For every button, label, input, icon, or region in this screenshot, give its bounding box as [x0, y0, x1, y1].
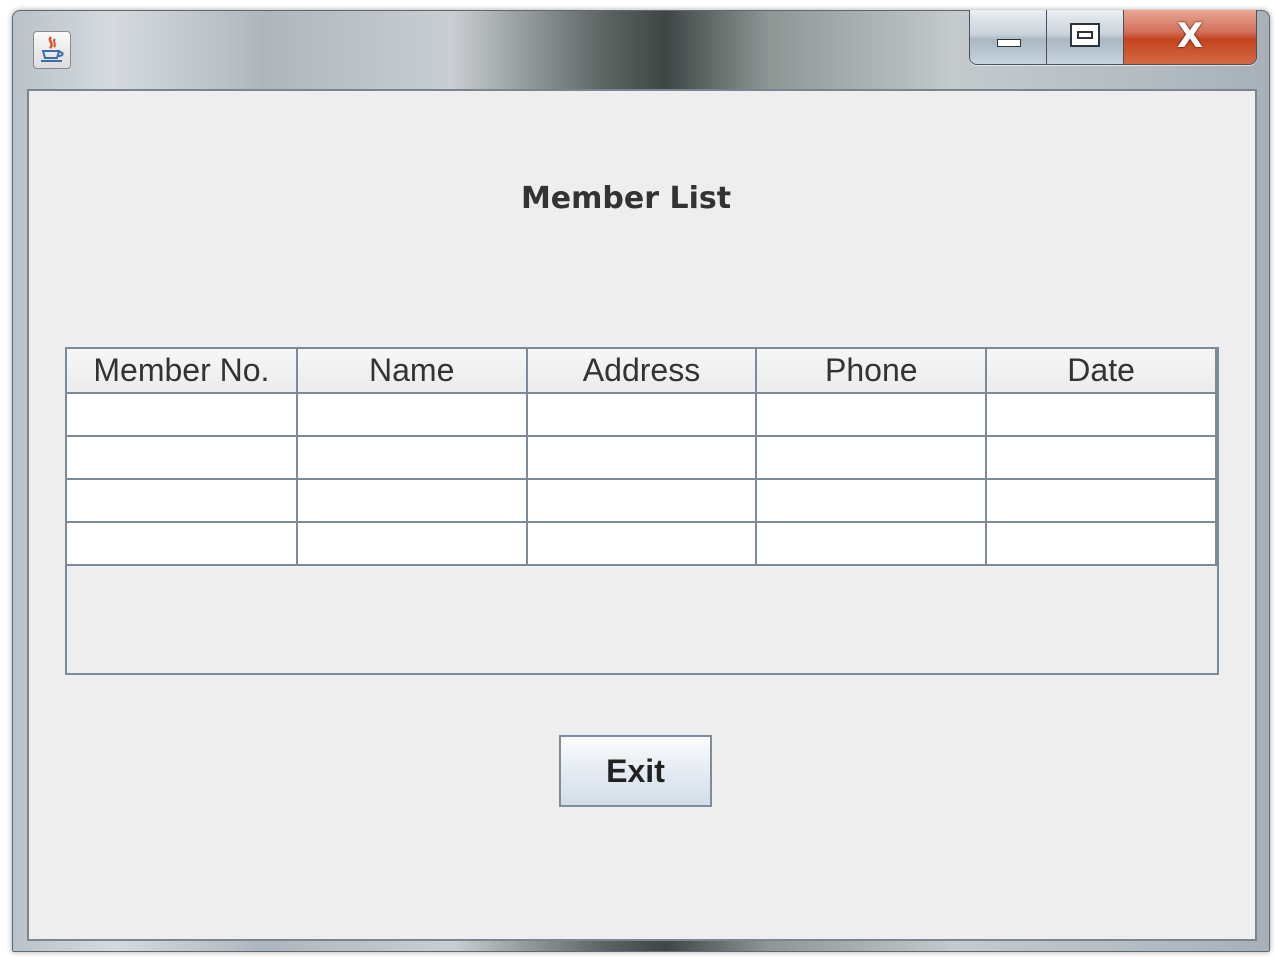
table-cell[interactable] [295, 392, 528, 437]
table-cell[interactable] [755, 478, 988, 523]
table-cell[interactable] [985, 435, 1217, 480]
minimize-icon [997, 39, 1021, 47]
exit-button[interactable]: Exit [559, 735, 712, 807]
maximize-button[interactable] [1047, 10, 1124, 64]
table-cell[interactable] [755, 435, 988, 480]
table-cell[interactable] [985, 392, 1217, 437]
column-header-member-no[interactable]: Member No. [67, 349, 298, 394]
app-window: X Member List Member No. Name Address Ph… [12, 10, 1270, 952]
table-cell[interactable] [755, 521, 988, 566]
table-cell[interactable] [525, 478, 758, 523]
table-row[interactable] [67, 435, 1217, 480]
table-cell[interactable] [295, 435, 528, 480]
table-cell[interactable] [295, 521, 528, 566]
page-title: Member List [520, 181, 732, 216]
table-cell[interactable] [295, 478, 528, 523]
maximize-icon [1070, 23, 1100, 47]
table-row[interactable] [67, 478, 1217, 523]
table-cell[interactable] [67, 478, 298, 523]
table-header-row: Member No. Name Address Phone Date [67, 349, 1217, 394]
column-header-address[interactable]: Address [526, 349, 758, 394]
column-header-phone[interactable]: Phone [756, 349, 988, 394]
column-header-date[interactable]: Date [986, 349, 1217, 394]
table-cell[interactable] [525, 435, 758, 480]
close-icon: X [1176, 16, 1204, 56]
table-cell[interactable] [525, 392, 758, 437]
table-cell[interactable] [67, 392, 298, 437]
java-coffee-icon[interactable] [33, 31, 71, 69]
caption-buttons: X [969, 10, 1257, 65]
table-cell[interactable] [985, 521, 1217, 566]
table-row[interactable] [67, 521, 1217, 566]
table-cell[interactable] [67, 521, 298, 566]
content-panel: Member List Member No. Name Address Phon… [27, 89, 1257, 941]
close-button[interactable]: X [1124, 10, 1256, 64]
column-header-name[interactable]: Name [296, 349, 528, 394]
table-row[interactable] [67, 392, 1217, 437]
member-table[interactable]: Member No. Name Address Phone Date [67, 349, 1217, 566]
table-cell[interactable] [67, 435, 298, 480]
minimize-button[interactable] [970, 10, 1047, 64]
table-cell[interactable] [525, 521, 758, 566]
title-bar[interactable]: X [13, 10, 1269, 89]
member-table-scrollpane[interactable]: Member No. Name Address Phone Date [65, 347, 1219, 675]
table-cell[interactable] [755, 392, 988, 437]
table-cell[interactable] [985, 478, 1217, 523]
